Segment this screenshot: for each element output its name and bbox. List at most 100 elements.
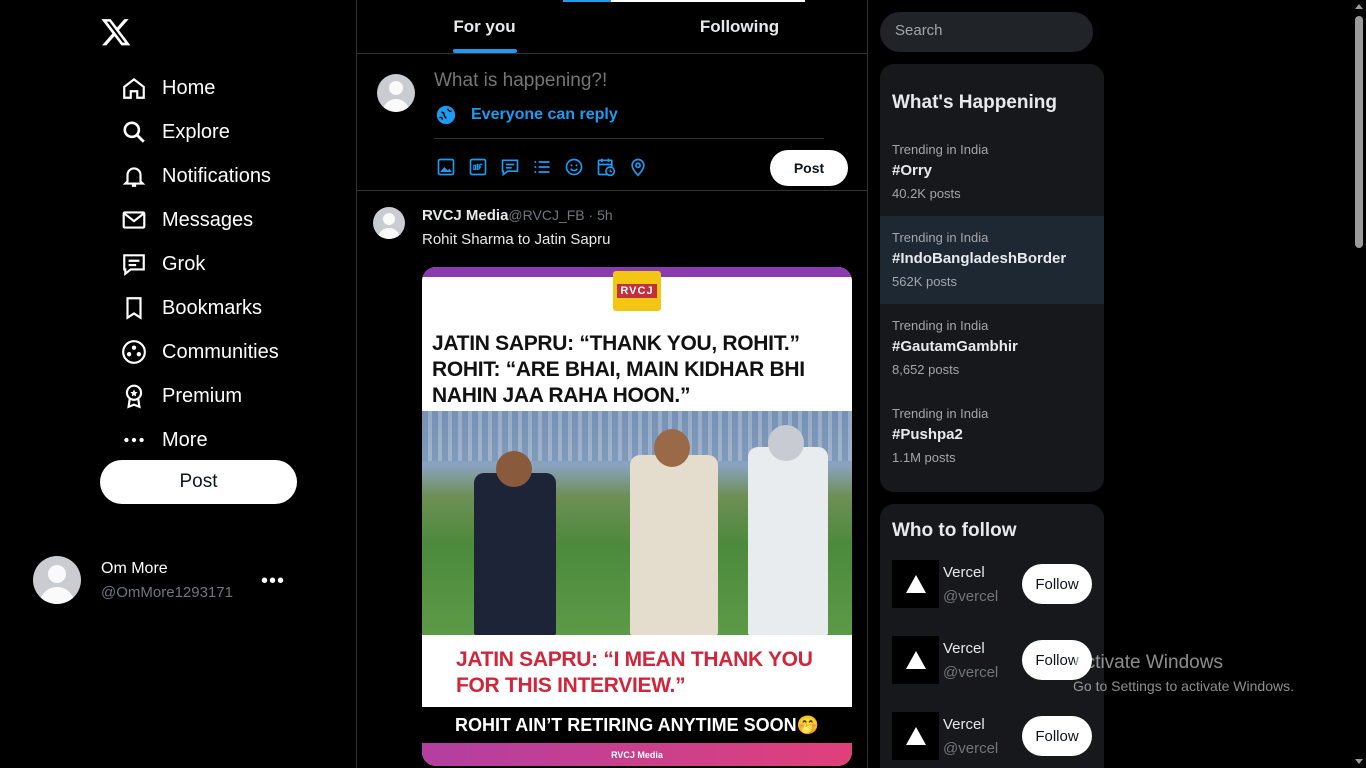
tab-for-you[interactable]: For you xyxy=(357,0,612,53)
account-menu-icon[interactable]: ••• xyxy=(261,570,285,593)
schedule-icon[interactable] xyxy=(595,156,617,178)
scroll-down-arrow-icon[interactable] xyxy=(1355,759,1363,764)
nav-more[interactable]: More xyxy=(120,418,279,462)
scrollbar-thumb[interactable] xyxy=(1355,16,1363,248)
trend-context: Trending in India xyxy=(892,142,989,157)
avatar xyxy=(33,556,81,604)
trend-count: 40.2K posts xyxy=(892,186,961,201)
media-quote-bottom: JATIN SAPRU: “I MEAN THANK YOU FOR THIS … xyxy=(456,648,813,697)
compose-input[interactable] xyxy=(434,70,834,92)
trend-tag: #GautamGambhir xyxy=(892,338,1018,355)
figure-left xyxy=(474,473,556,635)
search-input[interactable] xyxy=(895,22,1075,39)
follow-suggestion[interactable]: Vercel @vercel Follow xyxy=(892,636,1102,686)
page-scrollbar[interactable] xyxy=(1352,0,1366,768)
trend-count: 562K posts xyxy=(892,274,958,289)
account-switcher[interactable]: Om More @OmMore1293171 ••• xyxy=(33,556,293,604)
figure-right xyxy=(748,447,828,635)
emoji-icon[interactable] xyxy=(563,156,585,178)
compose-post-button[interactable]: Post xyxy=(770,150,848,186)
location-icon[interactable] xyxy=(627,156,649,178)
poll-icon[interactable] xyxy=(531,156,553,178)
bookmark-icon xyxy=(120,294,148,322)
windows-activation-watermark: Activate Windows Go to Settings to activ… xyxy=(1073,652,1294,694)
follow-button[interactable]: Follow xyxy=(1022,564,1092,604)
search-icon xyxy=(120,118,148,146)
globe-icon xyxy=(435,104,457,126)
trend-context: Trending in India xyxy=(892,318,989,333)
nav-premium[interactable]: Premium xyxy=(120,374,279,418)
tweet-media-image[interactable]: RVCJ JATIN SAPRU: “THANK YOU, ROHIT.” RO… xyxy=(422,267,852,766)
figure-center xyxy=(630,455,718,635)
app-root: Home Explore Notifications Messages Grok xyxy=(0,0,1366,768)
media-caption: ROHIT AIN’T RETIRING ANYTIME SOON🤭 xyxy=(422,707,852,743)
trend-item[interactable]: Trending in India #Pushpa2 1.1M posts xyxy=(880,392,1104,480)
nav-label: Home xyxy=(162,76,216,99)
main-timeline: For you Following Everyone can reply xyxy=(356,0,868,768)
trend-context: Trending in India xyxy=(892,230,989,245)
follow-suggestion[interactable]: Vercel @vercel Follow xyxy=(892,712,1102,762)
avatar[interactable] xyxy=(373,207,405,239)
x-logo-icon[interactable] xyxy=(100,16,132,48)
tab-following[interactable]: Following xyxy=(612,0,867,53)
grok-icon xyxy=(120,250,148,278)
home-icon xyxy=(120,74,148,102)
post-button[interactable]: Post xyxy=(100,460,297,504)
tweet-author-handle[interactable]: @RVCJ_FB xyxy=(508,207,584,223)
scroll-up-arrow-icon[interactable] xyxy=(1355,4,1363,9)
search-box[interactable] xyxy=(880,12,1093,52)
nav-bookmarks[interactable]: Bookmarks xyxy=(120,286,279,330)
nav-grok[interactable]: Grok xyxy=(120,242,279,286)
suggestion-name: Vercel xyxy=(943,716,985,733)
tweet[interactable]: RVCJ Media@RVCJ_FB · 5h Rohit Sharma to … xyxy=(357,192,867,768)
nav-label: Bookmarks xyxy=(162,296,263,319)
nav-label: Notifications xyxy=(162,164,271,187)
separator: · xyxy=(584,207,598,223)
tweet-text: Rohit Sharma to Jatin Sapru xyxy=(422,231,611,248)
watermark-title: Activate Windows xyxy=(1073,652,1223,673)
trend-count: 8,652 posts xyxy=(892,362,960,377)
timeline-tabs: For you Following xyxy=(357,0,867,54)
nav-explore[interactable]: Explore xyxy=(120,110,279,154)
premium-icon xyxy=(120,382,148,410)
trend-context: Trending in India xyxy=(892,406,989,421)
nav-home[interactable]: Home xyxy=(120,66,279,110)
who-to-follow-title: Who to follow xyxy=(892,520,1017,541)
envelope-icon xyxy=(120,206,148,234)
trends-panel: What's Happening Trending in India #Orry… xyxy=(880,64,1104,492)
nav-communities[interactable]: Communities xyxy=(120,330,279,374)
figure-center-head xyxy=(654,429,690,467)
nav-messages[interactable]: Messages xyxy=(120,198,279,242)
follow-button[interactable]: Follow xyxy=(1022,716,1092,756)
rvcj-logo-text: RVCJ xyxy=(617,284,657,298)
suggestion-handle: @vercel xyxy=(943,664,999,681)
nav-label: Messages xyxy=(162,208,254,231)
trend-item[interactable]: Trending in India #GautamGambhir 8,652 p… xyxy=(880,304,1104,392)
avatar xyxy=(377,74,415,112)
account-handle: @OmMore1293171 xyxy=(101,584,233,601)
tweet-author-name[interactable]: RVCJ Media xyxy=(422,207,508,224)
trend-item[interactable]: Trending in India #Orry 40.2K posts xyxy=(880,128,1104,216)
media-photo xyxy=(422,411,852,635)
trend-tag: #Orry xyxy=(892,162,933,179)
nav-notifications[interactable]: Notifications xyxy=(120,154,279,198)
bell-icon xyxy=(120,162,148,190)
nav-label: Communities xyxy=(162,340,279,363)
composer-toolbar xyxy=(435,156,659,178)
trend-count: 1.1M posts xyxy=(892,450,956,465)
nav-label: Grok xyxy=(162,252,206,275)
primary-nav: Home Explore Notifications Messages Grok xyxy=(120,66,279,462)
rvcj-logo: RVCJ xyxy=(613,271,661,311)
follow-suggestion[interactable]: Vercel @vercel Follow xyxy=(892,560,1102,610)
reply-setting[interactable]: Everyone can reply xyxy=(435,104,618,126)
grok-icon[interactable] xyxy=(499,156,521,178)
suggestion-handle: @vercel xyxy=(943,740,999,757)
media-quote-top: JATIN SAPRU: “THANK YOU, ROHIT.” ROHIT: … xyxy=(432,332,805,407)
vercel-logo-icon xyxy=(892,560,939,608)
image-icon[interactable] xyxy=(435,156,457,178)
trend-item[interactable]: Trending in India #IndoBangladeshBorder … xyxy=(880,216,1104,304)
gif-icon[interactable] xyxy=(467,156,489,178)
tweet-time[interactable]: 5h xyxy=(597,207,613,223)
account-name: Om More xyxy=(101,560,168,577)
active-tab-indicator xyxy=(452,49,517,53)
